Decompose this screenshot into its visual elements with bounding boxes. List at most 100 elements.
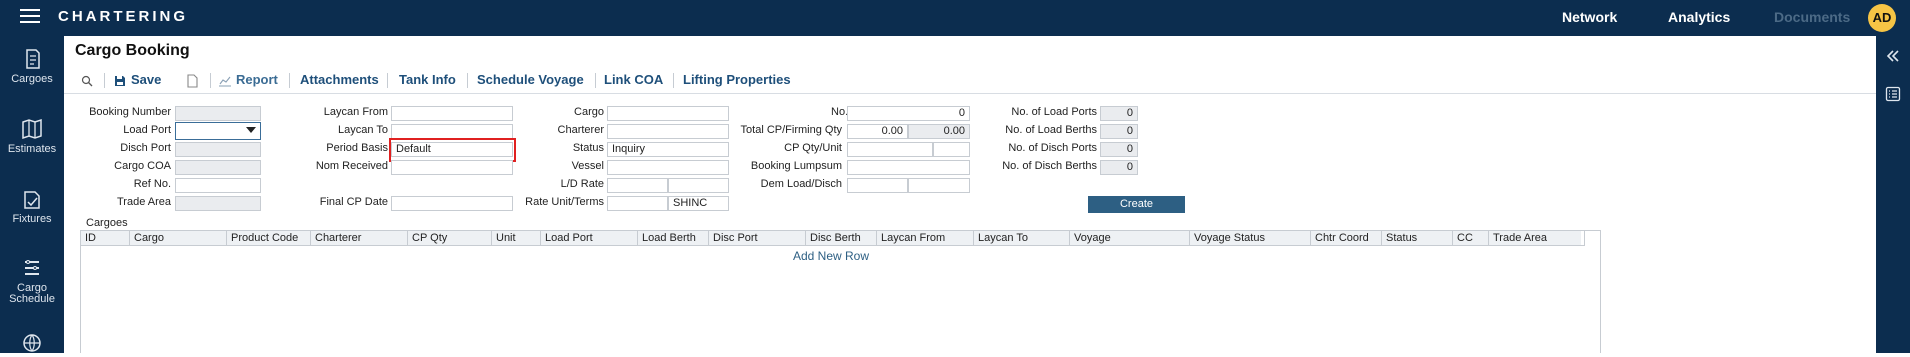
sidebar-item-globe[interactable] [0, 332, 64, 357]
nav-network[interactable]: Network [1562, 9, 1617, 25]
toolbar-divider [387, 73, 388, 88]
col-header-id[interactable]: ID [81, 231, 130, 246]
main-content: Cargo Booking Save Report Attachments Ta… [64, 36, 1876, 353]
trade-area-field[interactable] [175, 196, 261, 211]
disch-port-label: Disch Port [120, 142, 171, 154]
nav-analytics[interactable]: Analytics [1668, 9, 1730, 25]
sidebar-item-estimates[interactable]: Estimates [0, 118, 64, 155]
col-header-cargo[interactable]: Cargo [130, 231, 227, 246]
cargo-coa-label: Cargo COA [114, 160, 171, 172]
disch-port-field[interactable] [175, 142, 261, 157]
col-header-chtr-coord[interactable]: Chtr Coord [1311, 231, 1382, 246]
dem-load-field[interactable] [847, 178, 908, 193]
col-header-load-port[interactable]: Load Port [541, 231, 638, 246]
checklist-icon[interactable] [1885, 86, 1901, 102]
booking-number-field[interactable] [175, 106, 261, 121]
col-header-disc-port[interactable]: Disc Port [709, 231, 806, 246]
col-header-voyage[interactable]: Voyage [1070, 231, 1190, 246]
cp-qty-unit-label: CP Qty/Unit [784, 142, 842, 154]
final-cp-date-field[interactable] [391, 196, 513, 211]
load-port-select[interactable] [175, 122, 261, 140]
chevron-down-icon[interactable] [246, 127, 256, 133]
create-button[interactable]: Create [1088, 196, 1185, 213]
rate-unit-terms-label: Rate Unit/Terms [525, 196, 604, 208]
avatar[interactable]: AD [1868, 4, 1896, 32]
cargoes-grid: ID Cargo Product Code Charterer CP Qty U… [80, 230, 1601, 353]
toolbar-divider [595, 73, 596, 88]
collapse-double-chevron-icon[interactable] [1885, 48, 1901, 64]
save-button[interactable]: Save [131, 72, 161, 87]
right-sidebar [1876, 36, 1910, 353]
ref-no-field[interactable] [175, 178, 261, 193]
booking-lumpsum-label: Booking Lumpsum [750, 160, 842, 172]
col-header-voyage-status[interactable]: Voyage Status [1190, 231, 1311, 246]
total-cp-qty-field[interactable]: 0.00 [847, 124, 908, 139]
booking-lumpsum-field[interactable] [847, 160, 970, 175]
top-bar: CHARTERING Network Analytics Documents A… [0, 0, 1910, 36]
vessel-field[interactable] [607, 160, 729, 175]
col-header-product-code[interactable]: Product Code [227, 231, 311, 246]
attachments-button[interactable]: Attachments [300, 72, 379, 87]
col-header-laycan-to[interactable]: Laycan To [974, 231, 1070, 246]
no-of-disch-berths-label: No. of Disch Berths [1002, 160, 1097, 172]
report-button[interactable]: Report [236, 72, 278, 87]
lifting-properties-button[interactable]: Lifting Properties [683, 72, 791, 87]
report-chart-icon [219, 76, 231, 87]
search-icon[interactable] [81, 75, 93, 87]
sidebar-item-cargoes[interactable]: Cargoes [0, 48, 64, 85]
no-of-load-ports-field: 0 [1100, 106, 1138, 121]
left-sidebar: Cargoes Estimates Fixtures Cargo Schedul… [0, 36, 64, 353]
cargo-coa-field[interactable] [175, 160, 261, 175]
no-of-disch-berths-field: 0 [1100, 160, 1138, 175]
col-header-charterer[interactable]: Charterer [311, 231, 408, 246]
charterer-field[interactable] [607, 124, 729, 139]
laycan-to-field[interactable] [391, 124, 513, 139]
save-icon [115, 76, 125, 86]
final-cp-date-label: Final CP Date [319, 196, 388, 208]
no-of-load-berths-field: 0 [1100, 124, 1138, 139]
ld-rate-disch-field[interactable] [668, 178, 729, 193]
sidebar-item-fixtures[interactable]: Fixtures [0, 188, 64, 225]
col-header-unit[interactable]: Unit [492, 231, 541, 246]
link-coa-button[interactable]: Link COA [604, 72, 663, 87]
sidebar-item-cargo-schedule[interactable]: Cargo Schedule [0, 258, 64, 305]
laycan-from-field[interactable] [391, 106, 513, 121]
fixtures-icon [24, 191, 40, 209]
cp-qty-field[interactable] [847, 142, 933, 157]
trade-area-label: Trade Area [116, 196, 171, 208]
col-header-cp-qty[interactable]: CP Qty [408, 231, 492, 246]
sidebar-item-label: Cargo Schedule [9, 282, 55, 305]
ref-no-label: Ref No. [133, 178, 171, 190]
schedule-voyage-button[interactable]: Schedule Voyage [477, 72, 584, 87]
page-title: Cargo Booking [75, 42, 190, 59]
toolbar: Save Report Attachments Tank Info Schedu… [64, 68, 1876, 94]
rate-unit-field[interactable] [607, 196, 668, 211]
no-of-load-ports-label: No. of Load Ports [1011, 106, 1097, 118]
document-icon[interactable] [186, 74, 198, 88]
globe-icon [23, 334, 41, 352]
status-field[interactable]: Inquiry [607, 142, 729, 157]
laycan-from-label: Laycan From [323, 106, 388, 118]
sidebar-item-label: Fixtures [12, 213, 52, 225]
nav-documents[interactable]: Documents [1774, 9, 1850, 25]
rate-terms-field[interactable]: SHINC [668, 196, 729, 211]
dem-disch-field[interactable] [908, 178, 970, 193]
ld-rate-load-field[interactable] [607, 178, 668, 193]
cargo-schedule-icon [25, 260, 39, 275]
col-header-cc[interactable]: CC [1453, 231, 1489, 246]
toolbar-divider [673, 73, 674, 88]
col-header-trade-area[interactable]: Trade Area [1489, 231, 1585, 246]
no-of-disch-ports-label: No. of Disch Ports [1008, 142, 1097, 154]
no-of-load-berths-label: No. of Load Berths [1005, 124, 1097, 136]
charterer-label: Charterer [557, 124, 604, 136]
nom-received-field[interactable] [391, 160, 513, 175]
col-header-laycan-from[interactable]: Laycan From [877, 231, 974, 246]
add-new-row-link[interactable]: Add New Row [81, 249, 1581, 263]
cargo-field[interactable] [607, 106, 729, 121]
col-header-status[interactable]: Status [1382, 231, 1453, 246]
tank-info-button[interactable]: Tank Info [399, 72, 456, 87]
no-of-cargoes-field[interactable]: 0 [847, 106, 970, 121]
col-header-disc-berth[interactable]: Disc Berth [806, 231, 877, 246]
hamburger-menu-icon[interactable] [20, 9, 40, 25]
col-header-load-berth[interactable]: Load Berth [638, 231, 709, 246]
